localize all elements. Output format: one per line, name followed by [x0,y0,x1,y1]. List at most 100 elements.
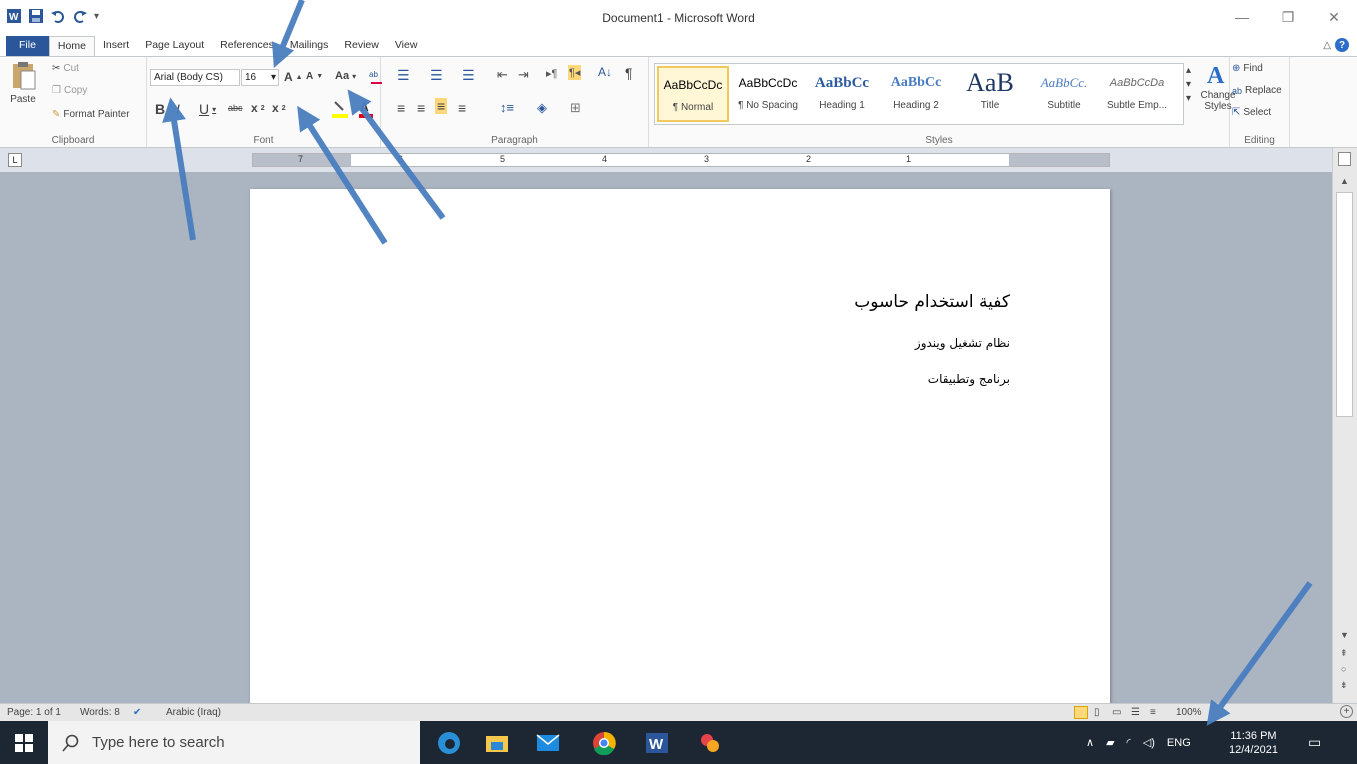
tab-file[interactable]: File [6,36,49,56]
clipboard-label: Clipboard [51,135,95,146]
tab-mailings[interactable]: Mailings [282,36,337,56]
tab-insert[interactable]: Insert [95,36,137,56]
bullets-icon[interactable]: ☰ [397,67,410,84]
scroll-down-icon[interactable]: ▼ [1340,630,1349,640]
tab-review[interactable]: Review [336,36,386,56]
window-title: Document1 - Microsoft Word [602,11,755,25]
find-button[interactable]: ⊕ Find [1232,63,1263,74]
highlight-icon[interactable] [330,99,350,119]
change-case-button[interactable]: Aa ▾ [335,70,356,82]
restore-icon[interactable]: ❐ [1265,0,1311,34]
wifi-icon[interactable]: ◜ [1127,736,1131,749]
show-hidden-icons[interactable]: ∧ [1086,736,1094,749]
style-heading-1[interactable]: AaBbCc Heading 1 [805,66,879,122]
sort-icon[interactable]: A↓ [598,65,612,79]
tab-references[interactable]: References [212,36,282,56]
print-layout-icon[interactable] [1074,706,1088,719]
zoom-in-icon[interactable]: + [1340,705,1353,718]
font-name-select[interactable]: Arial (Body CS) [150,69,240,86]
doc-line-2[interactable]: نظام تشغيل ويندوز [915,336,1010,350]
style-normal[interactable]: AaBbCcDc ¶ Normal [657,66,729,122]
increase-indent-icon[interactable]: ⇥ [518,67,529,83]
vertical-scrollbar[interactable]: ▲ ▼ ⇞ ○ ⇟ [1332,148,1357,703]
font-size-select[interactable]: 16 ▾ [241,69,279,86]
style-title[interactable]: AaB Title [953,66,1027,122]
cut-button[interactable]: ✂ Cut [52,63,79,74]
network-status-icon[interactable]: ▰ [1106,736,1114,749]
page-count[interactable]: Page: 1 of 1 [7,707,61,718]
volume-icon[interactable]: ◁) [1143,736,1155,749]
tab-home[interactable]: Home [48,36,95,56]
style-subtle-emphasis[interactable]: AaBbCcDa Subtle Emp... [1101,66,1173,122]
justify-icon[interactable]: ≡ [458,100,466,116]
style-heading-2[interactable]: AaBbCc Heading 2 [879,66,953,122]
multilevel-list-icon[interactable]: ☰ [462,67,475,84]
minimize-ribbon-icon[interactable]: △ [1323,40,1331,51]
edge-icon[interactable] [436,730,462,756]
horizontal-ruler[interactable]: 7 6 5 4 3 2 1 [252,153,1110,167]
decrease-indent-icon[interactable]: ⇤ [497,67,508,83]
zoom-level[interactable]: 100% [1176,707,1202,718]
style-no-spacing[interactable]: AaBbCcDc ¶ No Spacing [731,66,805,122]
italic-icon[interactable]: I [176,101,180,117]
show-marks-icon[interactable]: ¶ [625,65,633,81]
taskbar-search[interactable]: Type here to search [48,721,420,764]
next-page-icon[interactable]: ⇟ [1340,680,1348,691]
align-right-icon[interactable]: ≡ [435,98,448,114]
file-explorer-icon[interactable] [484,730,510,756]
superscript-icon[interactable]: x2 [272,101,286,115]
help-icon[interactable]: ? [1335,38,1349,52]
grow-font-icon[interactable]: A ▲ [284,70,303,84]
minimize-icon[interactable]: — [1219,0,1265,34]
word-count[interactable]: Words: 8 [80,707,120,718]
paste-button[interactable]: Paste [10,61,36,105]
input-language[interactable]: ENG [1167,737,1191,749]
numbering-icon[interactable]: ☰ [430,67,443,84]
strikethrough-icon[interactable]: abc [228,103,243,113]
borders-icon[interactable]: ⊞ [570,100,581,116]
rtl-icon[interactable]: ¶◂ [568,65,582,80]
word-taskbar-icon[interactable]: W [644,730,670,756]
view-ruler-icon[interactable] [1338,152,1351,166]
doc-line-1[interactable]: كفية استخدام حاسوب [854,292,1010,312]
scroll-thumb[interactable] [1336,192,1353,417]
scroll-up-icon[interactable]: ▲ [1340,176,1349,186]
shrink-font-icon[interactable]: A ▼ [306,71,323,82]
bold-icon[interactable]: B [155,101,165,117]
tab-view[interactable]: View [387,36,426,56]
proofing-icon[interactable]: ✔ [133,707,141,718]
tab-page-layout[interactable]: Page Layout [137,36,212,56]
line-spacing-icon[interactable]: ↕≡ [500,100,514,115]
close-icon[interactable]: ✕ [1311,0,1357,34]
subscript-icon[interactable]: x2 [251,101,265,115]
align-center-icon[interactable]: ≡ [417,100,425,116]
select-button[interactable]: ⇱ Select [1232,107,1271,118]
gallery-scroll[interactable]: ▴ ▾ ▾ [1186,65,1191,104]
tab-selector[interactable]: L [8,153,22,167]
format-painter-button[interactable]: ✎ Format Painter [52,109,130,120]
prev-page-icon[interactable]: ⇞ [1340,648,1348,659]
copy-button[interactable]: ❐ Copy [52,85,87,96]
start-icon[interactable] [11,730,37,756]
notifications-icon[interactable]: ▭ [1308,721,1321,764]
full-screen-icon[interactable]: ▯ [1094,707,1100,718]
document-page[interactable]: كفية استخدام حاسوب نظام تشغيل ويندوز برن… [250,189,1110,703]
ribbon-tabs: File Home Insert Page Layout References … [0,36,1357,56]
ltr-icon[interactable]: ▸¶ [546,67,557,80]
align-left-icon[interactable]: ≡ [397,100,405,116]
doc-line-3[interactable]: برنامج وتطبيقات [928,372,1010,386]
clock[interactable]: 11:36 PM 12/4/2021 [1229,721,1278,764]
mail-icon[interactable] [535,730,561,756]
underline-icon[interactable]: U ▾ [199,101,216,117]
language[interactable]: Arabic (Iraq) [166,707,221,718]
snipping-tool-icon[interactable] [697,730,723,756]
draft-icon[interactable]: ≡ [1150,707,1156,718]
style-subtitle[interactable]: AaBbCc. Subtitle [1027,66,1101,122]
font-color-icon[interactable]: A [357,99,375,119]
shading-icon[interactable]: ◈ [537,100,547,116]
outline-icon[interactable]: ☰ [1131,707,1140,718]
web-layout-icon[interactable]: ▭ [1112,707,1121,718]
replace-button[interactable]: ab Replace [1232,85,1282,96]
chrome-icon[interactable] [591,730,617,756]
browse-object-icon[interactable]: ○ [1341,664,1346,674]
